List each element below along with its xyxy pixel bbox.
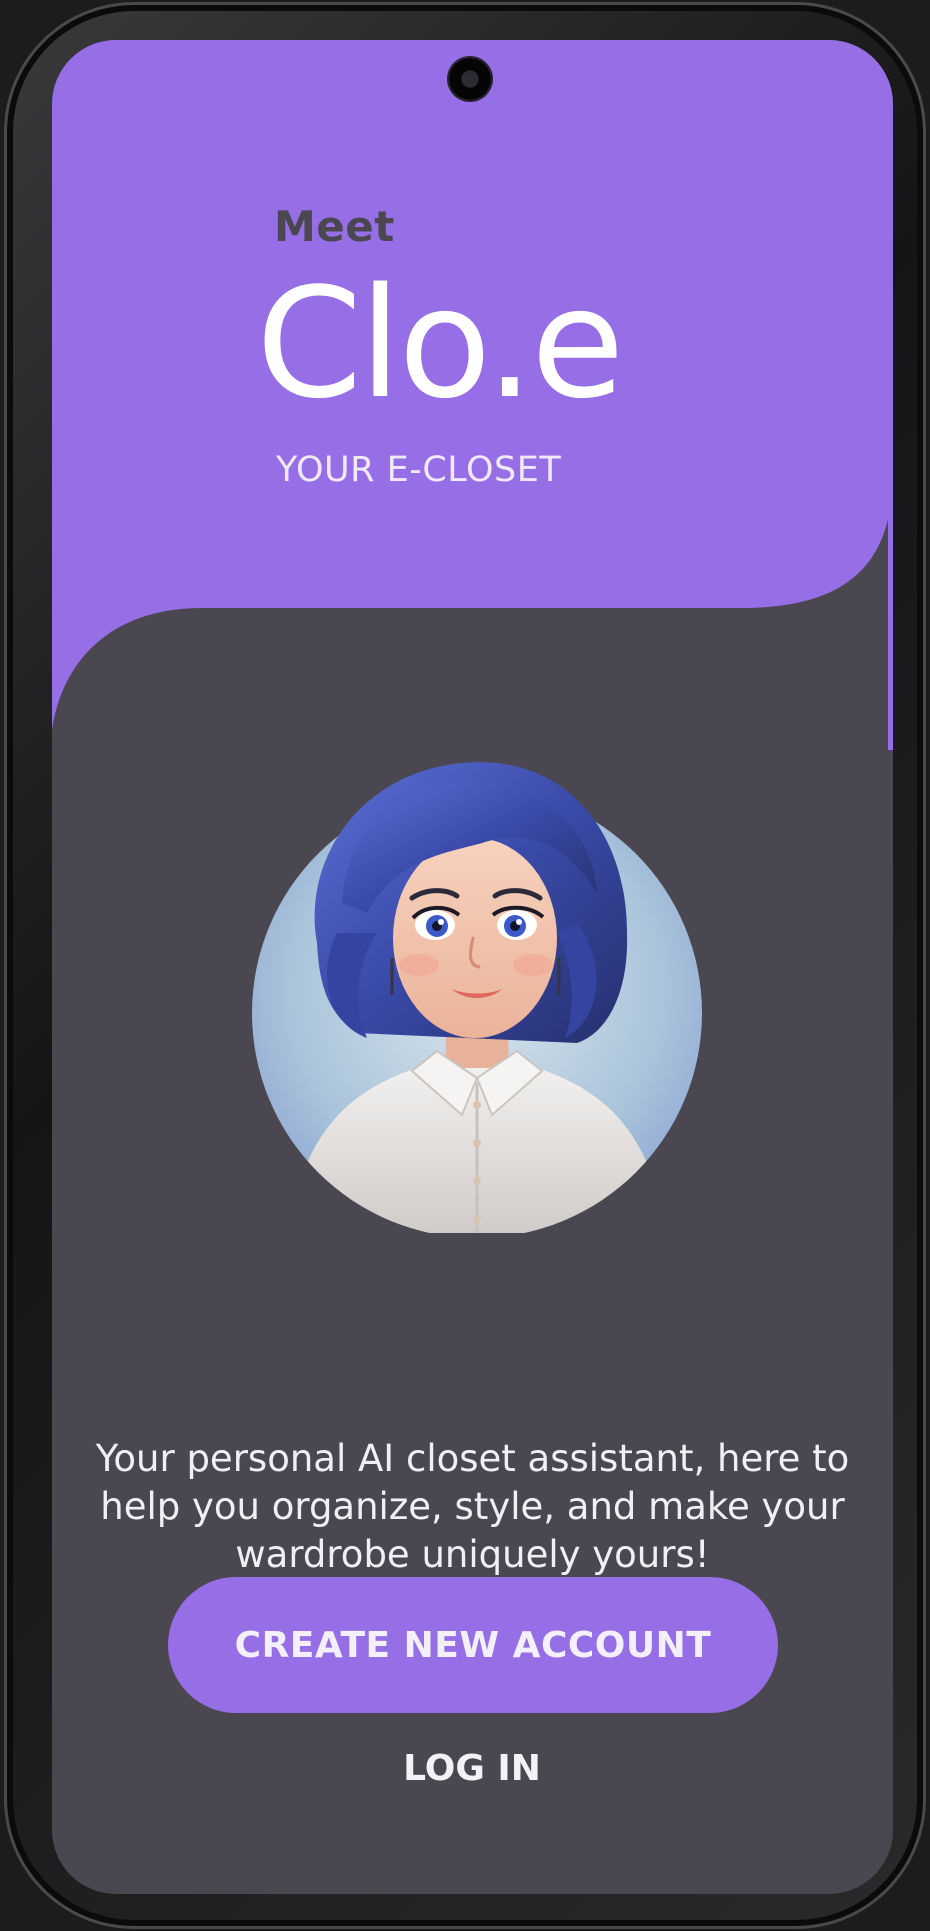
app-screen: Meet Clo.e YOUR E-CLOSET Your personal A… — [52, 40, 893, 1894]
app-tagline: YOUR E-CLOSET — [276, 450, 562, 490]
create-account-button[interactable]: CREATE NEW ACCOUNT — [168, 1577, 778, 1713]
app-logo-title: Clo.e — [256, 255, 625, 432]
login-link[interactable]: LOG IN — [322, 1730, 622, 1806]
intro-text: Meet — [274, 202, 395, 251]
front-camera-icon — [449, 58, 491, 100]
intro-description: Your personal AI closet assistant, here … — [95, 1437, 850, 1576]
phone-frame: Meet Clo.e YOUR E-CLOSET Your personal A… — [4, 2, 926, 1929]
assistant-avatar-image — [252, 762, 702, 1233]
